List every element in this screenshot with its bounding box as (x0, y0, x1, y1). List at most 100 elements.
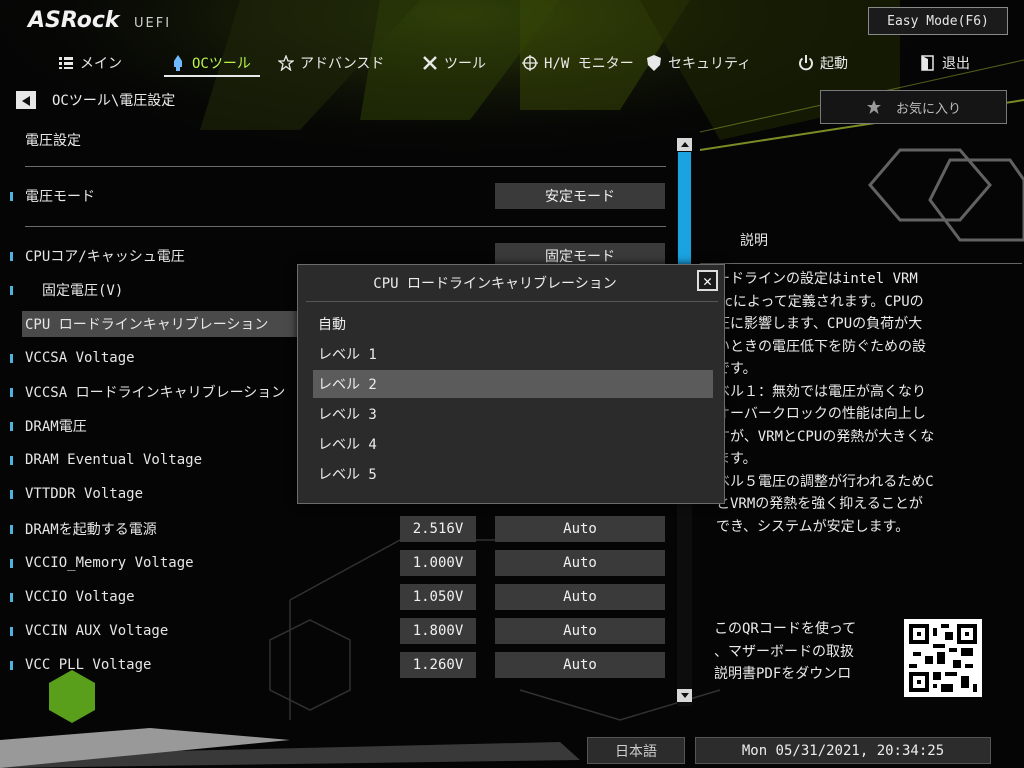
row-label: DRAM Eventual Voltage (25, 452, 203, 468)
row-marker (10, 558, 13, 568)
setting-row-vccin-aux[interactable]: VCCIN AUX Voltage 1.800V Auto (0, 616, 680, 646)
row-label: VCCIO Voltage (25, 589, 135, 605)
mode-select[interactable]: Auto (495, 516, 665, 542)
option-level-3[interactable]: レベル 3 (313, 400, 713, 428)
favorite-button[interactable]: お気に入り (820, 90, 1007, 124)
rocket-icon (170, 55, 186, 71)
tab-tools[interactable]: ツール (422, 50, 486, 76)
option-level-4[interactable]: レベル 4 (313, 430, 713, 458)
description-title: 説明 (740, 233, 768, 249)
exit-door-icon (920, 55, 936, 71)
row-label: VCCSA Voltage (25, 350, 135, 366)
row-label: VCC PLL Voltage (25, 657, 152, 673)
tab-boot[interactable]: 起動 (798, 50, 848, 76)
mode-select[interactable]: Auto (495, 618, 665, 644)
row-label: VTTDDR Voltage (25, 486, 144, 502)
row-label: VCCIN AUX Voltage (25, 623, 169, 639)
row-marker (10, 626, 13, 636)
shield-icon (646, 55, 662, 71)
row-label: VCCIO_Memory Voltage (25, 555, 194, 571)
option-auto[interactable]: 自動 (313, 310, 713, 338)
setting-row-vcc-pll[interactable]: VCC PLL Voltage 1.260V Auto (0, 650, 680, 680)
qr-code (904, 619, 982, 697)
scroll-down-button[interactable] (677, 689, 692, 702)
row-label: 電圧モード (25, 189, 95, 205)
setting-row-vccio-memory[interactable]: VCCIO_Memory Voltage 1.000V Auto (0, 548, 680, 578)
voltage-value: 1.050V (400, 584, 476, 610)
option-level-5[interactable]: レベル 5 (313, 460, 713, 488)
row-label: CPUコア/キャッシュ電圧 (25, 249, 185, 265)
setting-row-dram-boot-power[interactable]: DRAMを起動する電源 2.516V Auto (0, 514, 680, 544)
crosshair-icon (522, 55, 538, 71)
mode-select[interactable]: Auto (495, 652, 665, 678)
row-marker (10, 251, 13, 261)
mode-select[interactable]: 安定モード (495, 183, 665, 209)
tab-oc-tools[interactable]: OCツール (170, 50, 251, 76)
main-nav: メイン OCツール アドバンスド ツール H/W モニター セキュリティ 起動 … (0, 46, 1024, 80)
row-marker (10, 660, 13, 670)
uefi-label: UEFI (134, 16, 172, 31)
easy-mode-button[interactable]: Easy Mode(F6) (868, 7, 1008, 35)
row-marker (10, 455, 13, 465)
row-marker (10, 387, 13, 397)
divider (700, 263, 1022, 264)
voltage-value: 2.516V (400, 516, 476, 542)
back-button[interactable] (16, 91, 36, 109)
llc-select-dialog: CPU ロードラインキャリブレーション ✕ 自動 レベル 1 レベル 2 レベル… (297, 264, 725, 504)
tab-label: セキュリティ (668, 56, 752, 72)
setting-row-voltage-mode[interactable]: 電圧モード 安定モード (0, 181, 680, 211)
row-label: VCCSA ロードラインキャリブレーション (25, 385, 286, 401)
row-label: CPU ロードラインキャリブレーション (22, 311, 297, 337)
scroll-up-button[interactable] (677, 138, 692, 151)
mode-select[interactable]: Auto (495, 550, 665, 576)
asrock-logo: ASRock (28, 8, 120, 33)
option-level-1[interactable]: レベル 1 (313, 340, 713, 368)
list-icon (58, 55, 74, 71)
dialog-title: CPU ロードラインキャリブレーション (373, 276, 617, 292)
option-level-2[interactable]: レベル 2 (313, 370, 713, 398)
close-button[interactable]: ✕ (697, 270, 718, 291)
power-icon (798, 55, 814, 71)
mode-select[interactable]: Auto (495, 584, 665, 610)
divider (25, 226, 666, 227)
scrollbar-thumb[interactable] (678, 152, 691, 274)
active-tab-underline (164, 75, 260, 77)
qr-description-text: このQRコードを使って 、マザーボードの取扱 説明書PDFをダウンロ (714, 621, 857, 682)
arrow-down-icon (680, 693, 689, 698)
star-icon (866, 99, 882, 115)
row-label: 固定電圧(V) (42, 283, 124, 299)
setting-row-vccio[interactable]: VCCIO Voltage 1.050V Auto (0, 582, 680, 612)
language-button[interactable]: 日本語 (587, 737, 685, 764)
row-marker (10, 353, 13, 363)
description-text: ードラインの設定はintel VRM ecによって定義されます。CPUの 圧に影… (716, 271, 935, 535)
close-icon: ✕ (702, 271, 713, 290)
tab-advanced[interactable]: アドバンスド (278, 50, 384, 76)
section-title: 電圧設定 (25, 133, 81, 149)
datetime-display: Mon 05/31/2021, 20:34:25 (695, 737, 991, 764)
voltage-value: 1.260V (400, 652, 476, 678)
row-marker (10, 489, 13, 499)
tab-label: OCツール (192, 56, 251, 72)
voltage-value: 1.800V (400, 618, 476, 644)
arrow-left-icon (22, 91, 30, 110)
row-label: DRAMを起動する電源 (25, 522, 157, 538)
row-marker (10, 285, 13, 295)
divider (25, 166, 666, 167)
tab-label: アドバンスド (300, 56, 385, 72)
tab-exit[interactable]: 退出 (920, 50, 970, 76)
row-marker (10, 421, 13, 431)
tab-hw-monitor[interactable]: H/W モニター (522, 50, 634, 76)
row-label: DRAM電圧 (25, 419, 87, 435)
row-marker (10, 191, 13, 201)
tab-security[interactable]: セキュリティ (646, 50, 751, 76)
tab-main[interactable]: メイン (58, 50, 122, 76)
tools-icon (422, 55, 438, 71)
tab-label: 起動 (820, 56, 848, 72)
row-marker (10, 592, 13, 602)
voltage-value: 1.000V (400, 550, 476, 576)
arrow-up-icon (680, 142, 689, 147)
tab-label: H/W モニター (544, 56, 634, 72)
divider (306, 301, 718, 302)
tab-label: ツール (444, 56, 486, 72)
breadcrumb: OCツール\電圧設定 (52, 93, 176, 109)
